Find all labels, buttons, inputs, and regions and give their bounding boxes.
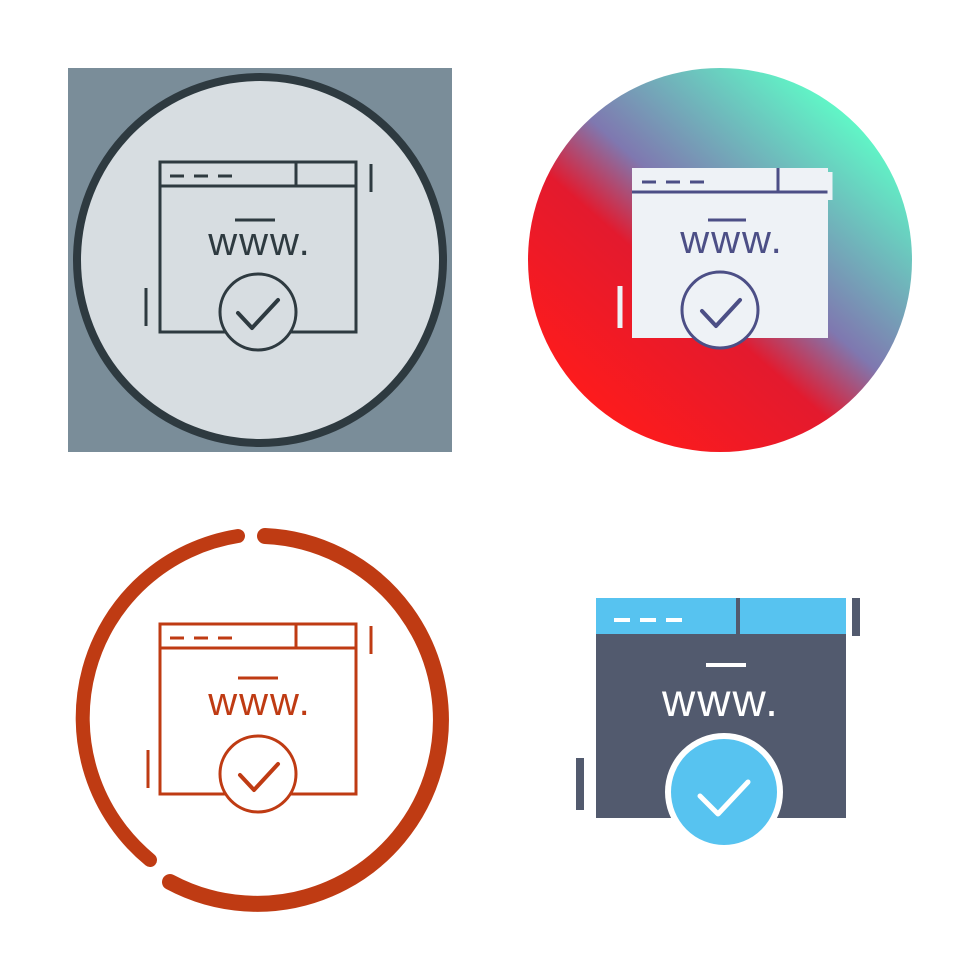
check-circle-icon [218, 734, 298, 814]
www-verified-icon-line: www. [60, 60, 460, 460]
check-circle-icon [680, 270, 760, 350]
www-label: www. [207, 680, 312, 724]
check-circle-icon [665, 733, 783, 851]
check-circle-icon [218, 272, 298, 352]
www-verified-icon-flat: www. [560, 570, 960, 970]
www-label: www. [661, 674, 780, 726]
www-label: www. [679, 218, 784, 262]
www-verified-icon-gradient: www. [520, 60, 920, 460]
www-verified-icon-outline: www. [60, 520, 460, 920]
www-label: www. [207, 220, 312, 264]
